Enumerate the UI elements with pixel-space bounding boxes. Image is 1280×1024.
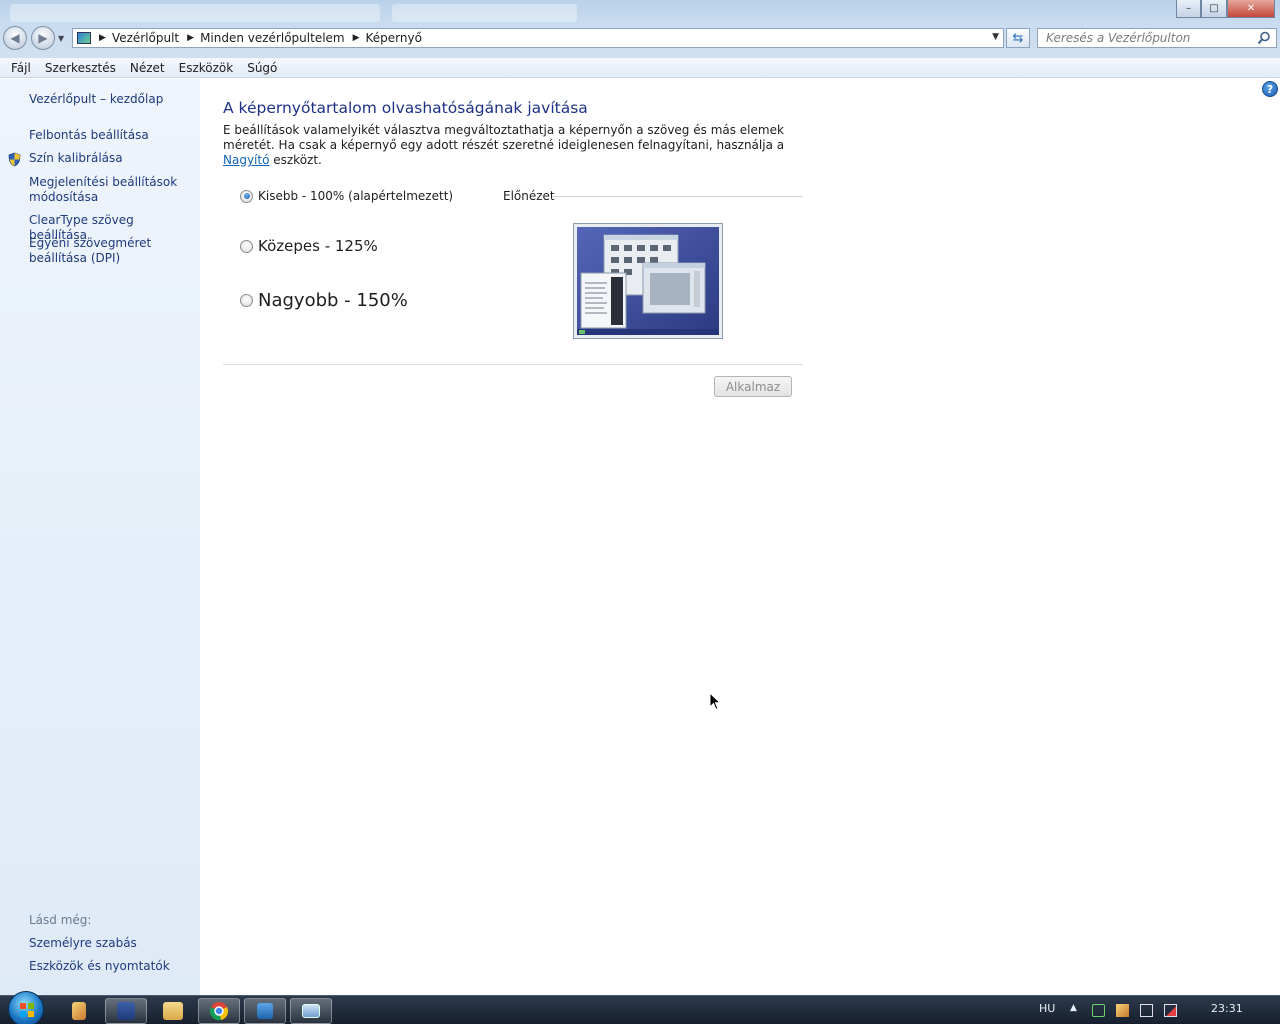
back-arrow-icon: ◀ [10, 31, 20, 45]
address-bar[interactable]: ▶ Vezérlőpult ▶ Minden vezérlőpultelem ▶… [72, 28, 1004, 48]
search-box[interactable] [1037, 28, 1277, 48]
folder-icon [163, 1002, 183, 1020]
show-hidden-icons-button[interactable]: ▲ [1070, 1003, 1077, 1013]
breadcrumb-separator-icon[interactable]: ▶ [187, 33, 194, 43]
preview-image [573, 223, 723, 339]
option-medium[interactable]: Közepes - 125% [240, 237, 378, 255]
notepad-icon [72, 1002, 86, 1020]
preview-heading: Előnézet [503, 189, 555, 203]
option-larger-label[interactable]: Nagyobb - 150% [258, 290, 408, 311]
address-history-dropdown[interactable]: ▼ [992, 32, 999, 42]
radio-medium[interactable] [240, 239, 253, 253]
action-center-icon[interactable] [1140, 1004, 1153, 1017]
menu-bar: Fájl Szerkesztés Nézet Eszközök Súgó [0, 58, 1280, 78]
close-button[interactable]: ✕ [1227, 0, 1275, 18]
control-panel-icon [77, 32, 91, 44]
taskbar-app-save-dialog[interactable] [105, 998, 147, 1024]
taskbar-app-explorer[interactable] [152, 998, 194, 1024]
breadcrumb-control-panel[interactable]: Vezérlőpult [112, 31, 179, 45]
breadcrumb-all-items[interactable]: Minden vezérlőpultelem [200, 31, 345, 45]
help-icon[interactable]: ? [1262, 81, 1278, 97]
floppy-disk-icon [117, 1002, 135, 1020]
window-app-icon [257, 1003, 273, 1019]
taskbar: HU ▲ 23:31 [0, 991, 1280, 1024]
network-activity-icon[interactable] [1092, 1004, 1105, 1017]
sidebar-link-personalize[interactable]: Személyre szabás [29, 936, 194, 951]
back-button[interactable]: ◀ [3, 26, 27, 50]
menu-view[interactable]: Nézet [123, 61, 172, 75]
maximize-button[interactable]: □ [1201, 0, 1227, 18]
display-settings-icon [302, 1004, 320, 1018]
refresh-icon: ⇆ [1012, 30, 1024, 46]
network-disconnected-icon[interactable] [1164, 1004, 1177, 1017]
content-area [200, 79, 1280, 995]
input-language[interactable]: HU [1039, 1002, 1055, 1015]
taskbar-app-chrome[interactable] [198, 998, 240, 1024]
page-description: E beállítások valamelyikét választva meg… [223, 123, 813, 168]
breadcrumb-separator-icon[interactable]: ▶ [353, 33, 360, 43]
search-input[interactable] [1046, 31, 1246, 45]
breadcrumb-separator-icon[interactable]: ▶ [99, 33, 106, 43]
title-bar: – □ ✕ ◀ ▶ ▼ ▶ Vezérlőpult ▶ Minden vezér… [0, 0, 1280, 58]
radio-larger[interactable] [240, 294, 253, 307]
sidebar-link-calibrate-color[interactable]: Szín kalibrálása [29, 151, 194, 166]
page-title: A képernyőtartalom olvashatóságának javí… [223, 99, 588, 117]
taskbar-app-control-panel[interactable] [290, 998, 332, 1024]
menu-tools[interactable]: Eszközök [172, 61, 241, 75]
description-text-end: eszközt. [269, 153, 322, 167]
forward-button[interactable]: ▶ [31, 26, 55, 50]
option-smaller-label[interactable]: Kisebb - 100% (alapértelmezett) [258, 189, 453, 203]
background-window-tab [392, 4, 577, 22]
sidebar-link-devices-printers[interactable]: Eszközök és nyomtatók [29, 959, 194, 974]
sidebar-link-custom-dpi[interactable]: Egyéni szövegméret beállítása (DPI) [29, 236, 194, 266]
preview-divider [552, 196, 803, 197]
mouse-cursor-icon [709, 692, 721, 711]
taskbar-app-notepad[interactable] [58, 998, 100, 1024]
apply-button[interactable]: Alkalmaz [714, 376, 792, 397]
windows-logo-icon [20, 1003, 34, 1017]
taskbar-app-window[interactable] [244, 998, 286, 1024]
option-smaller[interactable]: Kisebb - 100% (alapértelmezett) [240, 189, 453, 203]
description-text: E beállítások valamelyikét választva meg… [223, 123, 785, 152]
section-divider [223, 364, 803, 365]
option-larger[interactable]: Nagyobb - 150% [240, 290, 408, 311]
sidebar-link-home[interactable]: Vezérlőpult – kezdőlap [29, 92, 194, 107]
recent-pages-dropdown[interactable]: ▼ [58, 34, 64, 43]
menu-edit[interactable]: Szerkesztés [38, 61, 123, 75]
refresh-button[interactable]: ⇆ [1006, 28, 1030, 48]
forward-arrow-icon: ▶ [38, 31, 48, 45]
menu-file[interactable]: Fájl [4, 61, 38, 75]
clock[interactable]: 23:31 [1211, 1002, 1243, 1015]
sidebar-link-resolution[interactable]: Felbontás beállítása [29, 128, 194, 143]
search-icon[interactable] [1257, 31, 1271, 45]
breadcrumb-display[interactable]: Képernyő [366, 31, 422, 45]
menu-help[interactable]: Súgó [240, 61, 284, 75]
start-button[interactable] [8, 991, 44, 1024]
minimize-button[interactable]: – [1176, 0, 1201, 18]
desktop-preview-icon [577, 227, 719, 335]
uac-shield-icon [8, 152, 21, 167]
magnifier-link[interactable]: Nagyító [223, 153, 269, 167]
see-also-heading: Lásd még: [29, 913, 92, 927]
option-medium-label[interactable]: Közepes - 125% [258, 237, 378, 255]
tray-app-icon[interactable] [1116, 1004, 1129, 1017]
chrome-icon [209, 1002, 229, 1021]
sidebar-link-display-settings[interactable]: Megjelenítési beállítások módosítása [29, 175, 194, 205]
radio-smaller[interactable] [240, 189, 253, 203]
background-window-tab [10, 4, 380, 22]
